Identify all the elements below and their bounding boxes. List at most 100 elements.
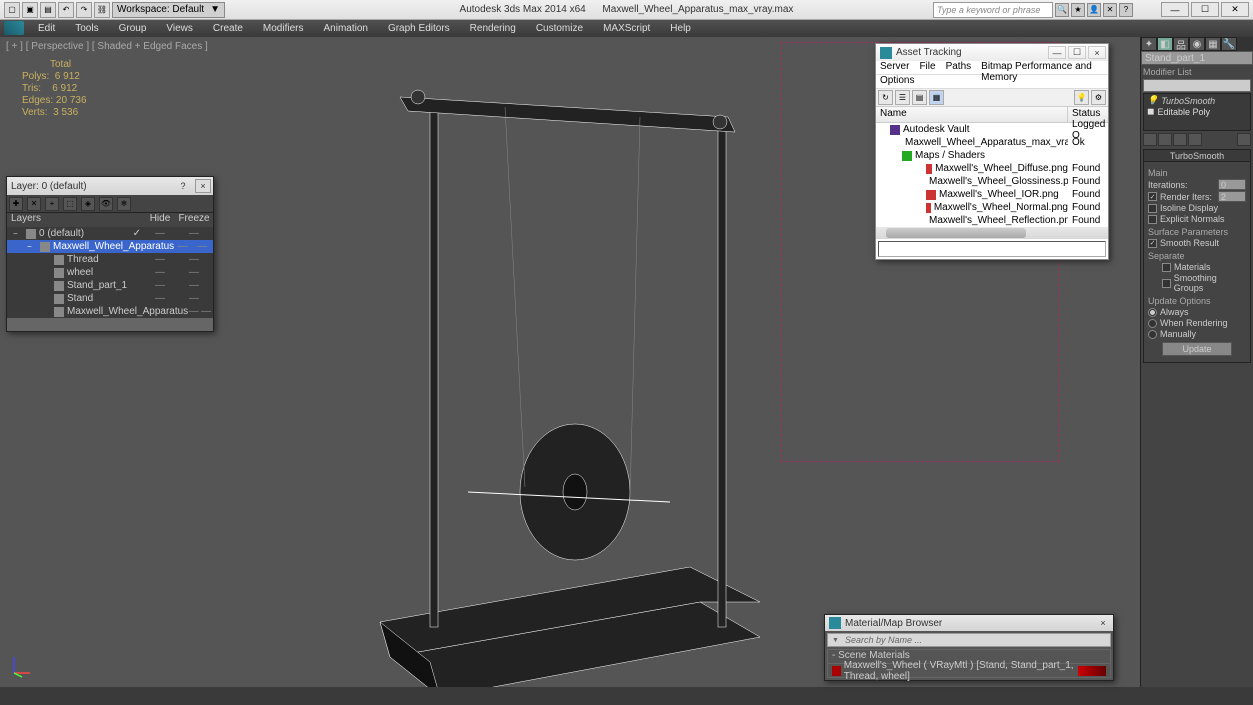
menu-views[interactable]: Views (156, 23, 203, 34)
materials-checkbox[interactable] (1162, 263, 1171, 272)
search-go-icon[interactable]: 🔍 (1055, 3, 1069, 17)
asset-close-icon[interactable]: × (1088, 46, 1106, 59)
configure-sets-icon[interactable] (1237, 133, 1251, 146)
material-panel-header[interactable]: Material/Map Browser × (825, 615, 1113, 631)
modstack-editable-poly[interactable]: ◼Editable Poly (1145, 106, 1249, 117)
qat-redo-icon[interactable]: ↷ (76, 2, 92, 18)
asset-menu-server[interactable]: Server (880, 61, 909, 74)
col-hide[interactable]: Hide (145, 213, 175, 227)
comm-icon[interactable]: ★ (1071, 3, 1085, 17)
qat-undo-icon[interactable]: ↶ (58, 2, 74, 18)
modstack-turbosmooth[interactable]: 💡TurboSmooth (1145, 95, 1249, 106)
col-layers[interactable]: Layers (7, 213, 145, 227)
asset-row[interactable]: Maxwell's_Wheel_Diffuse.pngFound (876, 162, 1108, 175)
asset-row[interactable]: Maps / Shaders (876, 149, 1108, 162)
menu-maxscript[interactable]: MAXScript (593, 23, 660, 34)
update-button[interactable]: Update (1162, 342, 1232, 356)
new-layer-icon[interactable]: ✚ (9, 197, 23, 211)
modifier-stack[interactable]: 💡TurboSmooth ◼Editable Poly (1143, 93, 1251, 131)
menu-help[interactable]: Help (660, 23, 701, 34)
menu-animation[interactable]: Animation (313, 23, 377, 34)
asset-maximize-icon[interactable]: ☐ (1068, 46, 1086, 59)
material-search-input[interactable]: ▼ Search by Name ... (827, 633, 1111, 647)
qat-save-icon[interactable]: ▤ (40, 2, 56, 18)
asset-row[interactable]: Maxwell's_Wheel_Reflection.pngFound (876, 214, 1108, 227)
tab-create-icon[interactable]: ✦ (1141, 37, 1157, 51)
menu-create[interactable]: Create (203, 23, 253, 34)
radio-always[interactable] (1148, 308, 1157, 317)
make-unique-icon[interactable] (1173, 133, 1187, 146)
asset-col-name[interactable]: Name (876, 107, 1068, 122)
asset-row[interactable]: Maxwell's_Wheel_Glossiness.pngFound (876, 175, 1108, 188)
object-name-field[interactable]: Stand_part_1 (1141, 51, 1253, 65)
asset-row[interactable]: Maxwell_Wheel_Apparatus_max_vray.maxOk (876, 136, 1108, 149)
remove-modifier-icon[interactable] (1188, 133, 1202, 146)
qat-link-icon[interactable]: ⛓ (94, 2, 110, 18)
rollout-turbosmooth-header[interactable]: TurboSmooth (1143, 149, 1251, 162)
asset-tree-icon[interactable]: ☰ (895, 90, 910, 105)
tab-modify-icon[interactable]: ◧ (1157, 37, 1173, 51)
radio-manually[interactable] (1148, 330, 1157, 339)
menu-tools[interactable]: Tools (65, 23, 108, 34)
asset-panel-header[interactable]: Asset Tracking — ☐ × (876, 44, 1108, 61)
maximize-button[interactable]: ☐ (1191, 2, 1219, 17)
menu-modifiers[interactable]: Modifiers (253, 23, 314, 34)
col-freeze[interactable]: Freeze (175, 213, 213, 227)
radio-when-rendering[interactable] (1148, 319, 1157, 328)
layer-close-icon[interactable]: × (195, 179, 211, 193)
layer-row[interactable]: wheel—— (7, 266, 213, 279)
exchange-icon[interactable]: ✕ (1103, 3, 1117, 17)
tab-utilities-icon[interactable]: 🔧 (1221, 37, 1237, 51)
app-menu-icon[interactable] (4, 21, 24, 35)
asset-minimize-icon[interactable]: — (1048, 46, 1066, 59)
menu-graph-editors[interactable]: Graph Editors (378, 23, 460, 34)
help-icon[interactable]: ? (1119, 3, 1133, 17)
freeze-icon[interactable]: ❄ (117, 197, 131, 211)
hide-unhide-icon[interactable]: 👁 (99, 197, 113, 211)
menu-group[interactable]: Group (109, 23, 157, 34)
delete-layer-icon[interactable]: ✕ (27, 197, 41, 211)
layer-row[interactable]: −0 (default)✓—— (7, 227, 213, 240)
asset-list-icon[interactable]: ▤ (912, 90, 927, 105)
asset-menu-bitmap[interactable]: Bitmap Performance and Memory (981, 61, 1104, 74)
tab-motion-icon[interactable]: ◉ (1189, 37, 1205, 51)
layer-scrollbar-h[interactable] (7, 318, 213, 331)
asset-row[interactable]: Maxwell's_Wheel_Normal.pngFound (876, 201, 1108, 214)
qat-open-icon[interactable]: ▣ (22, 2, 38, 18)
explicit-checkbox[interactable] (1148, 215, 1157, 224)
asset-scrollbar-h[interactable] (876, 227, 1108, 239)
select-hl-icon[interactable]: ⬚ (63, 197, 77, 211)
smooth-result-checkbox[interactable] (1148, 239, 1157, 248)
qat-new-icon[interactable]: ▢ (4, 2, 20, 18)
close-button[interactable]: ✕ (1221, 2, 1249, 17)
isoline-checkbox[interactable] (1148, 204, 1157, 213)
asset-prefs-icon[interactable]: ⚙ (1091, 90, 1106, 105)
menu-customize[interactable]: Customize (526, 23, 593, 34)
asset-status-input[interactable] (878, 241, 1106, 257)
smoothing-groups-checkbox[interactable] (1162, 279, 1171, 288)
add-sel-icon[interactable]: + (45, 197, 59, 211)
pin-stack-icon[interactable] (1143, 133, 1157, 146)
render-iters-checkbox[interactable] (1148, 192, 1157, 201)
asset-menu-paths[interactable]: Paths (946, 61, 972, 74)
layer-panel-header[interactable]: Layer: 0 (default) ? × (7, 177, 213, 195)
minimize-button[interactable]: — (1161, 2, 1189, 17)
modifier-list-dropdown[interactable] (1143, 79, 1251, 92)
iterations-spinner[interactable]: 0 (1218, 179, 1246, 190)
render-iters-spinner[interactable]: 2 (1218, 191, 1246, 202)
asset-highlight-icon[interactable]: 💡 (1074, 90, 1089, 105)
layer-row[interactable]: Stand—— (7, 292, 213, 305)
material-close-icon[interactable]: × (1095, 617, 1111, 630)
asset-row[interactable]: Maxwell's_Wheel_IOR.pngFound (876, 188, 1108, 201)
show-end-result-icon[interactable] (1158, 133, 1172, 146)
layer-row[interactable]: −Maxwell_Wheel_Apparatus—— (7, 240, 213, 253)
tab-display-icon[interactable]: ▦ (1205, 37, 1221, 51)
asset-row[interactable]: Autodesk VaultLogged O (876, 123, 1108, 136)
hl-sel-icon[interactable]: ◈ (81, 197, 95, 211)
layer-row[interactable]: Stand_part_1—— (7, 279, 213, 292)
menu-rendering[interactable]: Rendering (460, 23, 526, 34)
layer-row[interactable]: Maxwell_Wheel_Apparatus—— (7, 305, 213, 318)
help-search-input[interactable]: Type a keyword or phrase (933, 2, 1053, 18)
asset-menu-file[interactable]: File (919, 61, 935, 74)
asset-table-icon[interactable]: ▦ (929, 90, 944, 105)
